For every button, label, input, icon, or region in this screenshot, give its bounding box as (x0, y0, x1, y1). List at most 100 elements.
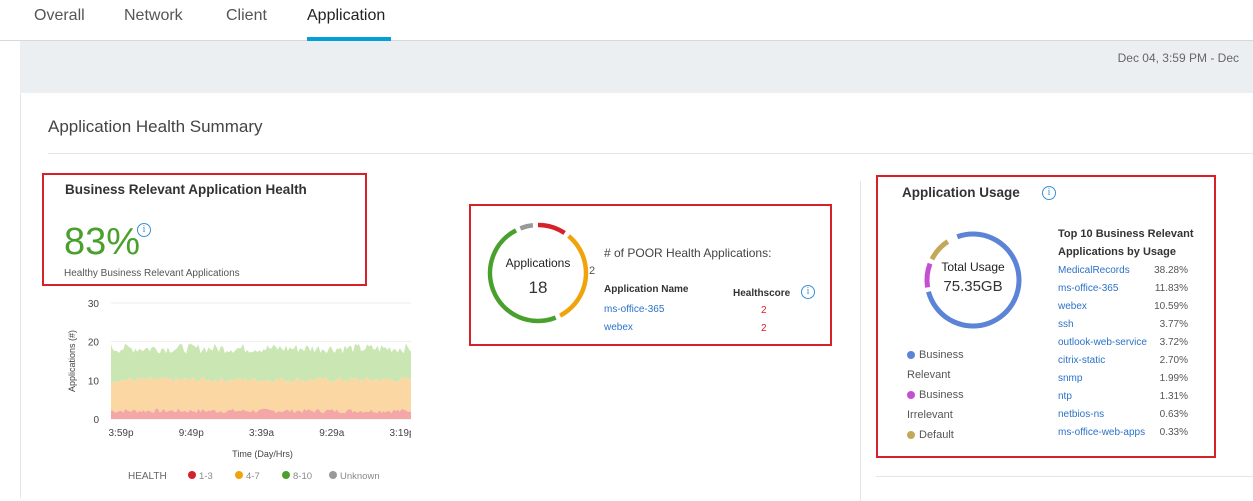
poor-heading: # of POOR Health Applications: (604, 246, 772, 260)
poor-health-box: Applications 18 2 # of POOR Health Appli… (469, 204, 832, 346)
legend-dot (188, 471, 196, 479)
area-series-4-7 (111, 376, 411, 414)
total-usage-value: 75.35GB (943, 278, 1003, 295)
poor-app-name[interactable]: webex (604, 322, 633, 333)
top10-app-pct: 3.72% (1159, 337, 1188, 348)
legend-dot (282, 471, 290, 479)
top10-row: ms-office-365 11.83% (1058, 281, 1208, 299)
top10-app-name[interactable]: ntp (1058, 391, 1072, 402)
top10-row: ntp 1.31% (1058, 389, 1208, 407)
application-usage-box: Application Usage i Total Usage 75.35GB … (876, 175, 1216, 458)
legend-label: Default (919, 429, 954, 441)
x-tick-label: 9:49p (179, 428, 204, 439)
donut-segment-good[interactable] (485, 220, 591, 326)
y-tick-label: 20 (88, 338, 100, 349)
info-icon[interactable]: i (137, 223, 151, 237)
col-application-name: Application Name (604, 284, 689, 295)
top10-app-pct: 11.83% (1154, 283, 1188, 294)
legend-label[interactable]: Unknown (340, 471, 380, 482)
legend-label: Business Relevant (907, 349, 964, 381)
applications-donut (485, 220, 591, 326)
top10-app-pct: 3.77% (1159, 319, 1188, 330)
health-title: Business Relevant Application Health (65, 182, 307, 197)
poor-count: 2 (589, 265, 596, 277)
legend-item: Business Relevant (907, 345, 977, 385)
donut-segment-fair[interactable] (485, 220, 591, 326)
y-tick-label: 10 (88, 376, 100, 387)
top10-app-name[interactable]: ssh (1058, 319, 1074, 330)
tab-bar: Overall Network Client Application (0, 0, 1253, 41)
info-icon[interactable]: i (1042, 186, 1056, 200)
x-tick-label: 9:29a (319, 428, 344, 439)
poor-app-score: 2 (761, 305, 767, 316)
section-title: Application Health Summary (48, 117, 263, 136)
top10-app-name[interactable]: ms-office-web-apps (1058, 427, 1145, 438)
top10-app-pct: 2.70% (1159, 355, 1188, 366)
application-health-summary-card: Application Health Summary Business Rele… (20, 93, 1253, 501)
total-usage-label: Total Usage (941, 260, 1005, 274)
top10-title: Top 10 Business Relevant Applications by… (1058, 228, 1194, 258)
date-range[interactable]: Dec 04, 3:59 PM - Dec (1118, 51, 1239, 65)
x-tick-label: 3:39a (249, 428, 274, 439)
top10-row: snmp 1.99% (1058, 371, 1208, 389)
legend-dot (907, 351, 915, 360)
top10-app-pct: 10.59% (1154, 301, 1188, 312)
info-icon[interactable]: i (801, 285, 815, 299)
legend-label: Business Irrelevant (907, 389, 964, 421)
health-area-chart: 30 20 10 0 Applications (#) 3:59p 9:49p 3:39a 9:… (67, 299, 411, 482)
legend-dot (907, 431, 915, 440)
legend-title: HEALTH (128, 471, 167, 482)
top10-app-name[interactable]: ms-office-365 (1058, 283, 1118, 294)
legend-label[interactable]: 8-10 (293, 471, 312, 482)
tab-client[interactable]: Client (226, 7, 267, 25)
legend-item: Default (907, 425, 977, 445)
x-axis-label: Time (Day/Hrs) (232, 449, 293, 459)
tab-overall[interactable]: Overall (34, 7, 85, 25)
legend-dot (235, 471, 243, 479)
top10-row: ssh 3.77% (1058, 317, 1208, 335)
top10-app-name[interactable]: outlook-web-service (1058, 337, 1147, 348)
y-tick-label: 0 (93, 415, 99, 426)
top10-app-pct: 0.63% (1159, 409, 1188, 420)
top10-row: netbios-ns 0.63% (1058, 407, 1208, 425)
donut-segment-unknown[interactable] (485, 220, 591, 326)
top10-app-name[interactable]: snmp (1058, 373, 1082, 384)
legend-label[interactable]: 1-3 (199, 471, 213, 482)
donut-value: 18 (528, 278, 548, 297)
section-divider (48, 153, 1253, 154)
top10-app-pct: 1.99% (1159, 373, 1188, 384)
business-relevant-health-box: Business Relevant Application Health 83%… (42, 173, 367, 286)
x-tick-label: 3:59p (108, 428, 133, 439)
top10-row: outlook-web-service 3.72% (1058, 335, 1208, 353)
donut-label: Applications (505, 256, 571, 270)
top10-row: citrix-static 2.70% (1058, 353, 1208, 371)
health-subtitle: Healthy Business Relevant Applications (64, 268, 240, 279)
top10-app-pct: 38.28% (1154, 265, 1188, 276)
col-healthscore: Healthscore (733, 288, 791, 299)
tab-network[interactable]: Network (124, 7, 183, 25)
usage-title: Application Usage (902, 185, 1020, 200)
top10-list: MedicalRecords 38.28% ms-office-365 11.83% w… (1058, 263, 1208, 443)
legend-label[interactable]: 4-7 (246, 471, 260, 482)
column-divider (860, 181, 861, 501)
tab-application[interactable]: Application (307, 7, 385, 25)
health-percent: 83% (64, 221, 141, 263)
x-tick-label: 3:19p (389, 428, 411, 439)
top10-app-name[interactable]: netbios-ns (1058, 409, 1104, 420)
legend-dot (907, 391, 915, 400)
area-series-8-10 (111, 343, 411, 383)
top10-row: MedicalRecords 38.28% (1058, 263, 1208, 281)
top10-app-pct: 1.31% (1159, 391, 1188, 402)
poor-app-score: 2 (761, 323, 767, 334)
y-tick-label: 30 (88, 299, 100, 310)
top10-app-name[interactable]: MedicalRecords (1058, 265, 1130, 276)
top10-row: webex 10.59% (1058, 299, 1208, 317)
legend-item: Business Irrelevant (907, 385, 977, 425)
row-divider (876, 476, 1253, 477)
poor-app-name[interactable]: ms-office-365 (604, 304, 664, 315)
usage-legend: Business Relevant Business Irrelevant De… (907, 345, 977, 445)
y-axis-label: Applications (#) (67, 330, 77, 392)
top10-app-name[interactable]: citrix-static (1058, 355, 1105, 366)
top10-app-pct: 0.33% (1159, 427, 1188, 438)
top10-app-name[interactable]: webex (1058, 301, 1087, 312)
